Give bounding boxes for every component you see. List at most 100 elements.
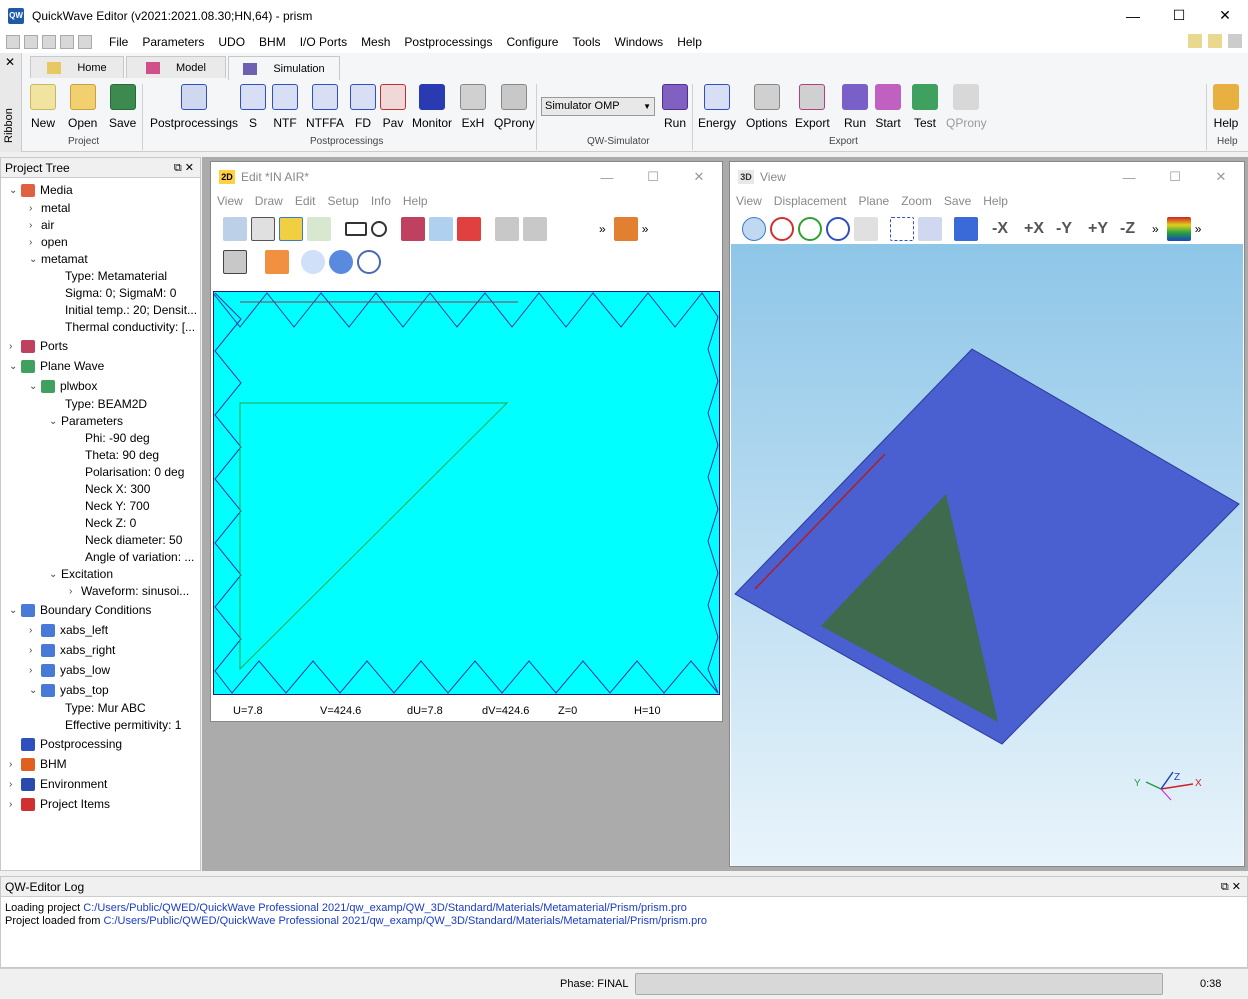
more-icon[interactable]: » xyxy=(1152,222,1159,236)
tree-node[interactable]: Initial temp.: 20; Densit... xyxy=(49,303,197,317)
menu-configure[interactable]: Configure xyxy=(499,35,565,49)
postprocessings-button[interactable]: Postprocessings xyxy=(150,84,238,130)
close-button[interactable]: ✕ xyxy=(676,162,722,192)
chevron-right-icon[interactable]: › xyxy=(29,665,41,676)
export-button[interactable]: Export xyxy=(795,84,830,130)
tree-node[interactable]: Polarisation: 0 deg xyxy=(69,465,184,479)
menu-help[interactable]: Help xyxy=(670,35,709,49)
tree-node[interactable]: › metal xyxy=(29,201,70,215)
zoom-box-icon[interactable] xyxy=(890,217,914,241)
menu-edit[interactable]: Edit xyxy=(289,194,322,208)
exh-button[interactable]: ExH xyxy=(460,84,486,130)
energy-button[interactable]: Energy xyxy=(698,84,736,130)
close-button[interactable]: ✕ xyxy=(1198,162,1244,192)
ntf-button[interactable]: NTF xyxy=(272,84,298,130)
chevron-down-icon[interactable]: ⌄ xyxy=(29,685,41,696)
menu-udo[interactable]: UDO xyxy=(211,35,252,49)
options-button[interactable]: Options xyxy=(746,84,787,130)
menu-draw[interactable]: Draw xyxy=(249,194,289,208)
point-icon[interactable] xyxy=(563,217,587,241)
tree-node[interactable]: Theta: 90 deg xyxy=(69,448,159,462)
tree-node[interactable]: Neck diameter: 50 xyxy=(69,533,182,547)
figure-icon[interactable] xyxy=(918,217,942,241)
panel-controls[interactable]: ⧉ ✕ xyxy=(1221,880,1241,894)
sphere-filled-icon[interactable] xyxy=(329,250,353,274)
chevron-right-icon[interactable]: › xyxy=(9,799,21,810)
view-plus-y-button[interactable]: +Y xyxy=(1088,220,1116,238)
menu-tools[interactable]: Tools xyxy=(565,35,607,49)
help-button[interactable]: Help xyxy=(1213,84,1239,130)
tree-node[interactable]: › BHM xyxy=(9,757,67,771)
chevron-right-icon[interactable]: › xyxy=(29,220,41,231)
s-button[interactable]: S xyxy=(240,84,266,130)
info-icon[interactable] xyxy=(1228,34,1242,48)
tree-node[interactable]: ⌄ metamat xyxy=(29,252,88,266)
view-3d-canvas[interactable]: X Y Z xyxy=(731,244,1243,866)
tab-home[interactable]: Home xyxy=(30,56,124,78)
simulator-select[interactable]: Simulator OMP xyxy=(541,97,655,116)
tab-simulation[interactable]: Simulation xyxy=(228,56,340,80)
tree-node[interactable]: › Project Items xyxy=(9,797,110,811)
sphere-icon[interactable] xyxy=(301,250,325,274)
tree-node[interactable]: Type: Mur ABC xyxy=(49,701,146,715)
pan-icon[interactable] xyxy=(854,217,878,241)
menu-help[interactable]: Help xyxy=(397,194,434,208)
menu-file[interactable]: File xyxy=(102,35,135,49)
qprony-button[interactable]: QProny xyxy=(494,84,535,130)
tree-node[interactable]: ⌄ yabs_top xyxy=(29,683,109,697)
tree-node[interactable]: Neck X: 300 xyxy=(69,482,150,496)
save-icon[interactable] xyxy=(42,35,56,49)
chevron-right-icon[interactable]: › xyxy=(29,203,41,214)
object-icon[interactable] xyxy=(613,217,638,241)
tree-node[interactable]: › yabs_low xyxy=(29,663,110,677)
tree-node[interactable]: › Ports xyxy=(9,339,68,353)
qprony-export-button[interactable]: QProny xyxy=(946,84,987,130)
more-icon[interactable]: » xyxy=(642,222,649,236)
fd-button[interactable]: FD xyxy=(350,84,376,130)
monitor-button[interactable]: Monitor xyxy=(412,84,452,130)
new-button[interactable]: New xyxy=(30,84,56,130)
tree-node[interactable]: Angle of variation: ... xyxy=(69,550,194,564)
more-icon[interactable]: » xyxy=(599,222,606,236)
menu-view[interactable]: View xyxy=(211,194,249,208)
menu-parameters[interactable]: Parameters xyxy=(135,35,211,49)
menu-plane[interactable]: Plane xyxy=(853,194,896,208)
save-button[interactable]: Save xyxy=(109,84,136,130)
grid-check-icon[interactable] xyxy=(307,217,331,241)
chevron-down-icon[interactable]: ⌄ xyxy=(49,416,61,427)
view-plus-x-button[interactable]: +X xyxy=(1024,220,1052,238)
hatch-icon[interactable] xyxy=(223,250,247,274)
menu-windows[interactable]: Windows xyxy=(608,35,671,49)
menu-zoom[interactable]: Zoom xyxy=(895,194,938,208)
tree-node[interactable]: Neck Z: 0 xyxy=(69,516,136,530)
menu-help[interactable]: Help xyxy=(977,194,1014,208)
tree-node[interactable]: › Waveform: sinusoi... xyxy=(69,584,189,598)
chevron-down-icon[interactable]: ⌄ xyxy=(29,254,41,265)
flag-icon[interactable] xyxy=(401,217,425,241)
tree-node[interactable]: › xabs_right xyxy=(29,643,115,657)
edit-2d-canvas[interactable] xyxy=(213,291,720,695)
chevron-right-icon[interactable]: › xyxy=(69,586,81,597)
tree-node[interactable]: ⌄ plwbox xyxy=(29,379,97,393)
pav-button[interactable]: Pav xyxy=(380,84,406,130)
menu-setup[interactable]: Setup xyxy=(322,194,365,208)
log-path[interactable]: C:/Users/Public/QWED/QuickWave Professio… xyxy=(83,902,687,914)
menu-io-ports[interactable]: I/O Ports xyxy=(293,35,354,49)
chevron-right-icon[interactable]: › xyxy=(9,779,21,790)
rotate-x-icon[interactable] xyxy=(770,217,794,241)
tree-node[interactable]: Postprocessing xyxy=(9,737,122,751)
cube-icon[interactable] xyxy=(954,217,978,241)
menu-view[interactable]: View xyxy=(730,194,768,208)
open-button[interactable]: Open xyxy=(68,84,97,130)
save-all-icon[interactable] xyxy=(60,35,74,49)
tree-node[interactable]: › air xyxy=(29,218,54,232)
zoom-icon[interactable] xyxy=(223,217,247,241)
udo-icon[interactable] xyxy=(457,217,481,241)
palette-icon[interactable] xyxy=(1166,217,1191,241)
run-simulator-button[interactable]: Run xyxy=(662,84,688,130)
tab-model[interactable]: Model xyxy=(126,56,226,78)
print-icon[interactable] xyxy=(78,35,92,49)
chevron-right-icon[interactable]: › xyxy=(29,237,41,248)
chevron-right-icon[interactable]: › xyxy=(9,759,21,770)
lightbulb-icon[interactable] xyxy=(1188,34,1202,48)
